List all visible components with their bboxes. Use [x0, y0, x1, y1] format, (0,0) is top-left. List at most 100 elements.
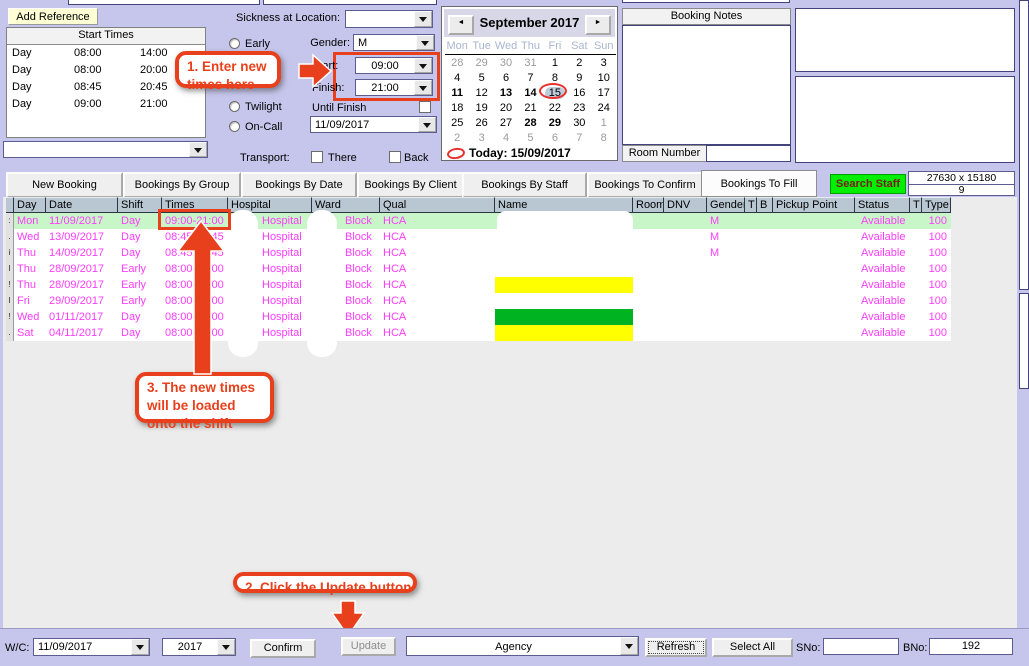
calendar-day[interactable]: 2	[445, 131, 469, 146]
calendar-day[interactable]: 4	[445, 71, 469, 86]
tab-bookings-by-staff[interactable]: Bookings By Staff	[462, 172, 587, 198]
chevron-down-icon[interactable]	[131, 639, 149, 655]
calendar-day[interactable]: 3	[592, 56, 616, 71]
calendar-day[interactable]: 27	[494, 116, 518, 131]
calendar-day[interactable]: 24	[592, 101, 616, 116]
calendar-day[interactable]: 2	[567, 56, 591, 71]
calendar-day[interactable]: 20	[494, 101, 518, 116]
calendar-day[interactable]: 16	[567, 86, 591, 101]
tab-bookings-by-client[interactable]: Bookings By Client	[357, 172, 464, 198]
confirm-button[interactable]: Confirm	[250, 639, 316, 658]
chevron-down-icon[interactable]	[418, 117, 436, 132]
calendar-day[interactable]: 12	[469, 86, 493, 101]
select-all-button[interactable]: Select All	[712, 638, 793, 657]
table-row[interactable]: lFri29/09/2017Early08:00-14:00HospitalBl…	[6, 293, 951, 309]
calendar-day[interactable]: 7	[567, 131, 591, 146]
calendar-day[interactable]: 19	[469, 101, 493, 116]
calendar-day[interactable]: 17	[592, 86, 616, 101]
table-row[interactable]: !Wed01/11/2017Day08:00-14:00HospitalBloc…	[6, 309, 951, 325]
sno-field[interactable]	[823, 638, 899, 655]
calendar-day[interactable]: 13	[494, 86, 518, 101]
radio-twilight[interactable]	[229, 101, 240, 112]
sickness-at-location-dropdown[interactable]	[345, 10, 433, 28]
refresh-button[interactable]: Refresh	[645, 638, 707, 657]
column-header-dnv[interactable]: DNV	[664, 197, 707, 213]
chevron-down-icon[interactable]	[620, 637, 638, 655]
table-row[interactable]: .Sat04/11/2017Day08:00-14:00HospitalBloc…	[6, 325, 951, 341]
until-finish-checkbox[interactable]	[419, 101, 431, 113]
column-header-pickup-point[interactable]: Pickup Point	[773, 197, 855, 213]
calendar-day[interactable]: 1	[543, 56, 567, 71]
radio-on-call[interactable]	[229, 121, 240, 132]
table-row[interactable]: lThu28/09/2017Early08:00-14:00HospitalBl…	[6, 261, 951, 277]
column-header-type[interactable]: Type	[922, 197, 951, 213]
table-row[interactable]: !Thu28/09/2017Early08:00-14:00HospitalBl…	[6, 277, 951, 293]
chevron-down-icon[interactable]	[414, 80, 432, 95]
start-time-dropdown[interactable]: 09:00	[355, 57, 433, 74]
column-header-shift[interactable]: Shift	[118, 197, 162, 213]
year-dropdown[interactable]: 2017	[162, 638, 236, 656]
start-times-combobox[interactable]	[3, 141, 208, 158]
column-header-b[interactable]: B	[757, 197, 773, 213]
calendar-day[interactable]: 3	[469, 131, 493, 146]
column-header-indicator[interactable]	[6, 197, 14, 213]
calendar-day[interactable]: 6	[494, 71, 518, 86]
calendar-day[interactable]: 4	[494, 131, 518, 146]
column-header-t[interactable]: T	[745, 197, 757, 213]
calendar-day[interactable]: 21	[518, 101, 542, 116]
week-commencing-dropdown[interactable]: 11/09/2017	[33, 638, 150, 656]
table-row[interactable]: .Wed13/09/2017Day08:45-20:45HospitalBloc…	[6, 229, 951, 245]
calendar-day[interactable]: 22	[543, 101, 567, 116]
notes-textarea-bottom[interactable]	[795, 76, 1015, 163]
calendar-day[interactable]: 6	[543, 131, 567, 146]
calendar-day[interactable]: 29	[469, 56, 493, 71]
gender-dropdown[interactable]: M	[353, 34, 435, 51]
calendar-day[interactable]: 1	[592, 116, 616, 131]
calendar-day[interactable]: 9	[567, 71, 591, 86]
calendar-day[interactable]: 7	[518, 71, 542, 86]
chevron-down-icon[interactable]	[416, 35, 434, 50]
update-button[interactable]: Update	[341, 637, 396, 656]
tab-bookings-to-fill[interactable]: Bookings To Fill	[701, 170, 817, 197]
calendar-day[interactable]: 26	[469, 116, 493, 131]
calendar-day[interactable]: 5	[469, 71, 493, 86]
notes-textarea-top[interactable]	[795, 8, 1015, 72]
finish-time-dropdown[interactable]: 21:00	[355, 79, 433, 96]
chevron-down-icon[interactable]	[414, 11, 432, 27]
tab-bookings-to-confirm[interactable]: Bookings To Confirm	[587, 172, 703, 198]
calendar-day[interactable]: 8	[592, 131, 616, 146]
calendar-day[interactable]: 30	[567, 116, 591, 131]
booking-notes-textarea[interactable]	[622, 25, 791, 145]
chevron-down-icon[interactable]	[414, 58, 432, 73]
tab-new-booking[interactable]: New Booking	[6, 172, 123, 198]
bno-field[interactable]: 192	[929, 638, 1013, 655]
column-header-qual[interactable]: Qual	[380, 197, 495, 213]
calendar-next-month-button[interactable]: ►	[585, 15, 611, 35]
table-row[interactable]: iThu14/09/2017Day08:45-20:45HospitalBloc…	[6, 245, 951, 261]
calendar-day[interactable]: 11	[445, 86, 469, 101]
start-time-row[interactable]: Day09:0021:00	[7, 96, 205, 113]
calendar-day[interactable]: 30	[494, 56, 518, 71]
booking-date-dropdown[interactable]: 11/09/2017	[310, 116, 437, 133]
calendar-day[interactable]: 29	[543, 116, 567, 131]
search-staff-button[interactable]: Search Staff	[830, 174, 906, 194]
calendar-day[interactable]: 5	[518, 131, 542, 146]
calendar-day[interactable]: 25	[445, 116, 469, 131]
chevron-down-icon[interactable]	[189, 142, 207, 157]
tab-bookings-by-date[interactable]: Bookings By Date	[241, 172, 357, 198]
table-row[interactable]: :Mon11/09/2017Day09:00-21:00HospitalBloc…	[6, 213, 951, 229]
tab-bookings-by-group[interactable]: Bookings By Group	[123, 172, 241, 198]
column-header-t[interactable]: T	[910, 197, 922, 213]
radio-early[interactable]	[229, 38, 240, 49]
column-header-date[interactable]: Date	[46, 197, 118, 213]
transport-there-checkbox[interactable]	[311, 151, 323, 163]
agency-dropdown[interactable]: Agency	[406, 636, 639, 656]
room-number-field[interactable]	[706, 145, 791, 162]
add-reference-button[interactable]: Add Reference	[8, 8, 98, 25]
calendar-day[interactable]: 23	[567, 101, 591, 116]
column-header-room[interactable]: Room	[633, 197, 664, 213]
calendar-day[interactable]: 28	[518, 116, 542, 131]
calendar-day[interactable]: 18	[445, 101, 469, 116]
column-header-gender[interactable]: Gender	[707, 197, 745, 213]
transport-back-checkbox[interactable]	[389, 151, 401, 163]
